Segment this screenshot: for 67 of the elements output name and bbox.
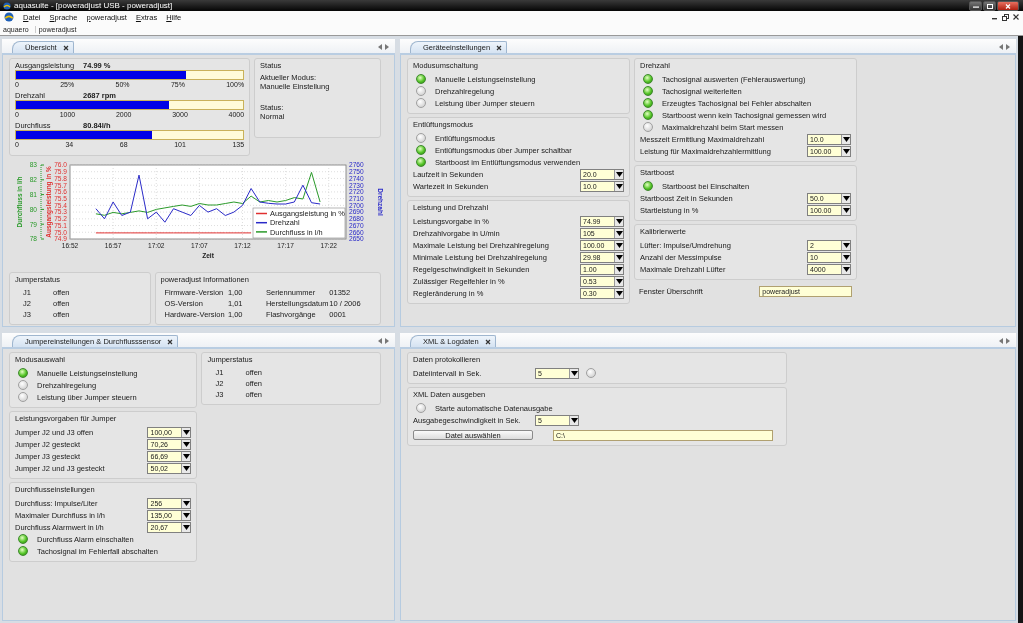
dropdown-arrow-icon[interactable]	[841, 205, 850, 215]
radio-button[interactable]	[643, 98, 653, 108]
dropdown-arrow-icon[interactable]	[614, 181, 623, 191]
window-title: aquasuite - [poweradjust USB - poweradjust]	[14, 1, 173, 10]
right-arrow-icon[interactable]	[385, 338, 389, 344]
minimize-icon	[972, 4, 979, 8]
dropdown-arrow-icon[interactable]	[841, 252, 850, 262]
dropdown-arrow-icon[interactable]	[181, 463, 191, 473]
close-icon[interactable]	[62, 44, 69, 51]
radio-button[interactable]	[643, 181, 653, 191]
maximize-icon	[986, 3, 993, 9]
radio-button[interactable]	[643, 86, 653, 96]
close-button[interactable]	[997, 1, 1019, 11]
app-icon	[4, 12, 14, 22]
radio-button[interactable]	[586, 368, 596, 378]
radio-button[interactable]	[643, 122, 653, 132]
dropdown-arrow-icon[interactable]	[614, 264, 623, 274]
dropdown-arrow-icon[interactable]	[841, 146, 850, 156]
restore-icon[interactable]	[1002, 13, 1009, 21]
dropdown-arrow-icon[interactable]	[181, 451, 191, 461]
radio-button[interactable]	[416, 157, 426, 167]
dropdown-arrow-icon[interactable]	[614, 240, 623, 250]
close-icon	[1005, 3, 1011, 9]
dropdown-arrow-icon[interactable]	[181, 427, 191, 437]
left-arrow-icon[interactable]	[999, 338, 1003, 344]
close-icon[interactable]	[1013, 14, 1019, 20]
left-arrow-icon[interactable]	[999, 44, 1003, 50]
radio-button[interactable]	[18, 380, 28, 390]
dropdown-arrow-icon[interactable]	[841, 193, 850, 203]
radio-button[interactable]	[643, 74, 653, 84]
dropdown-arrow-icon[interactable]	[614, 169, 623, 179]
dropdown-arrow-icon[interactable]	[181, 498, 191, 508]
dropdown-arrow-icon[interactable]	[181, 439, 191, 449]
radio-button[interactable]	[416, 98, 426, 108]
dropdown-arrow-icon[interactable]	[614, 276, 623, 286]
app-icon	[3, 1, 11, 10]
close-icon[interactable]	[484, 338, 491, 345]
radio-button[interactable]	[18, 534, 28, 544]
right-arrow-icon[interactable]	[1006, 338, 1010, 344]
dropdown-arrow-icon[interactable]	[614, 228, 623, 238]
radio-button[interactable]	[18, 546, 28, 556]
dropdown-arrow-icon[interactable]	[614, 216, 623, 226]
radio-button[interactable]	[416, 133, 426, 143]
radio-button[interactable]	[416, 86, 426, 96]
dropdown-arrow-icon[interactable]	[181, 522, 191, 532]
radio-button[interactable]	[18, 368, 28, 378]
dropdown-arrow-icon[interactable]	[841, 240, 850, 250]
dropdown-arrow-icon[interactable]	[841, 134, 850, 144]
dropdown-arrow-icon[interactable]	[569, 415, 578, 425]
close-icon[interactable]	[496, 44, 503, 51]
radio-button[interactable]	[416, 403, 426, 413]
legend-swatch	[255, 221, 268, 224]
dropdown-arrow-icon[interactable]	[614, 288, 623, 298]
dropdown-arrow-icon[interactable]	[181, 510, 191, 520]
dropdown-arrow-icon[interactable]	[841, 264, 850, 274]
radio-button[interactable]	[643, 110, 653, 120]
dropdown-arrow-icon[interactable]	[569, 368, 578, 378]
left-arrow-icon[interactable]	[378, 44, 382, 50]
right-arrow-icon[interactable]	[1006, 44, 1010, 50]
radio-button[interactable]	[416, 74, 426, 84]
left-arrow-icon[interactable]	[378, 338, 382, 344]
radio-button[interactable]	[416, 145, 426, 155]
legend-swatch	[255, 212, 268, 215]
close-icon[interactable]	[167, 338, 174, 345]
dropdown-arrow-icon[interactable]	[614, 252, 623, 262]
right-arrow-icon[interactable]	[385, 44, 389, 50]
radio-button[interactable]	[18, 392, 28, 402]
